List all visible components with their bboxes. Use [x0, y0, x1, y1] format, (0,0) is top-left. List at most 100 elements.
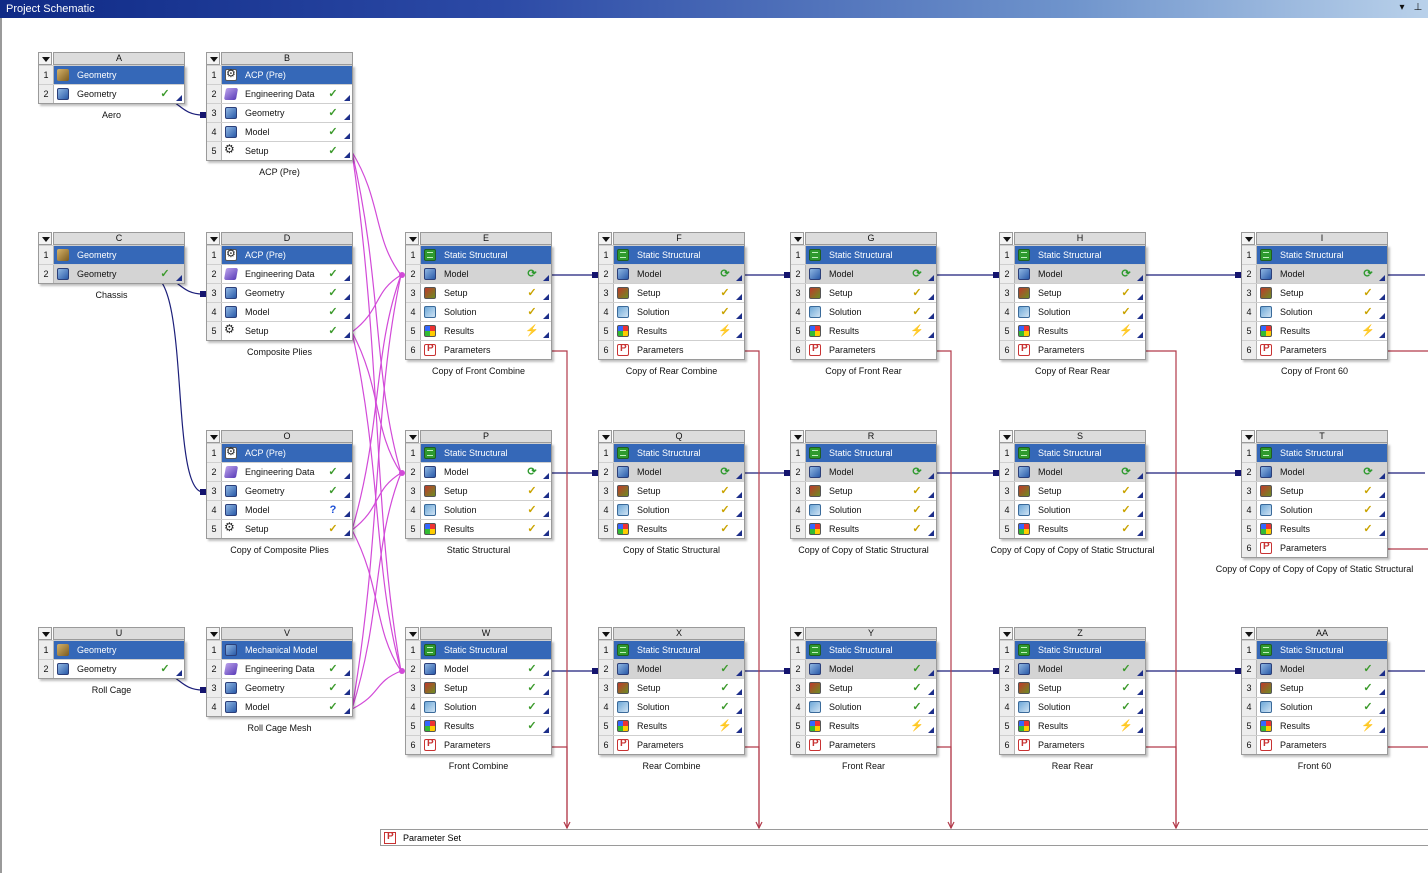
system-o[interactable]: O1 ACP (Pre) 2 Engineering Data ✓ 3 Geometry ✓ 4…	[206, 430, 353, 539]
cell-parameters[interactable]: 6 Parameters	[406, 340, 551, 359]
cell-model[interactable]: 4 Model?	[207, 500, 352, 519]
cell-solution[interactable]: 4 Solution ✓	[1242, 500, 1387, 519]
cell-model[interactable]: 4 Model ✓	[207, 697, 352, 716]
cell-connector-corner-icon[interactable]	[1137, 689, 1143, 695]
cell-results[interactable]: 5 Results ✓	[406, 716, 551, 735]
cell-setup[interactable]: 3 Setup ✓	[791, 481, 936, 500]
system-caption[interactable]: Copy of Copy of Copy of Static Structura…	[959, 545, 1186, 555]
cell-connector-corner-icon[interactable]	[736, 275, 742, 281]
system-caption[interactable]: Copy of Front 60	[1201, 366, 1428, 376]
cell-setup[interactable]: 3 Setup ✓	[406, 283, 551, 302]
cell-connector-corner-icon[interactable]	[736, 332, 742, 338]
cell-static-structural[interactable]: 1 Static Structural	[1000, 245, 1145, 264]
cell-connector-corner-icon[interactable]	[736, 294, 742, 300]
system-i[interactable]: I 1 Static Structural 2 Model ⟳ 3 Setup ✓ 4 Soluti…	[1241, 232, 1388, 360]
system-caption[interactable]: Rear Rear	[959, 761, 1186, 771]
cell-connector-corner-icon[interactable]	[928, 511, 934, 517]
cell-results[interactable]: 5 Results ⚡	[1000, 716, 1145, 735]
cell-setup[interactable]: 3 Setup ✓	[406, 481, 551, 500]
cell-model[interactable]: 4 Model ✓	[207, 302, 352, 321]
cell-connector-corner-icon[interactable]	[1137, 511, 1143, 517]
cell-static-structural[interactable]: 1 Static Structural	[1000, 640, 1145, 659]
cell-static-structural[interactable]: 1 Static Structural	[791, 640, 936, 659]
cell-model[interactable]: 2 Model ✓	[1242, 659, 1387, 678]
system-f[interactable]: F 1 Static Structural 2 Model ⟳ 3 Setup ✓ 4 Soluti…	[598, 232, 745, 360]
cell-setup[interactable]: 3 Setup ✓	[406, 678, 551, 697]
system-menu-dropdown-icon[interactable]	[38, 232, 52, 245]
cell-setup[interactable]: 3 Setup ✓	[599, 283, 744, 302]
cell-results[interactable]: 5 Results ⚡	[406, 321, 551, 340]
cell-static-structural[interactable]: 1 Static Structural	[406, 443, 551, 462]
cell-parameters[interactable]: 6 Parameters	[599, 340, 744, 359]
cell-connector-corner-icon[interactable]	[736, 708, 742, 714]
system-menu-dropdown-icon[interactable]	[1241, 627, 1255, 640]
system-y[interactable]: Y 1 Static Structural 2 Model ✓ 3 Setup ✓ 4 Soluti…	[790, 627, 937, 755]
cell-mechanical-model[interactable]: 1 Mechanical Model	[207, 640, 352, 659]
cell-model[interactable]: 4 Model ✓	[207, 122, 352, 141]
cell-parameters[interactable]: 6 Parameters	[791, 340, 936, 359]
cell-results[interactable]: 5 Results ✓	[1000, 519, 1145, 538]
system-caption[interactable]: Front Rear	[750, 761, 977, 771]
cell-static-structural[interactable]: 1 Static Structural	[406, 245, 551, 264]
cell-connector-corner-icon[interactable]	[176, 95, 182, 101]
cell-connector-corner-icon[interactable]	[1379, 689, 1385, 695]
cell-connector-corner-icon[interactable]	[543, 492, 549, 498]
cell-model[interactable]: 2 Model ⟳	[599, 462, 744, 481]
cell-parameters[interactable]: 6 Parameters	[1242, 538, 1387, 557]
cell-setup[interactable]: 5 Setup ✓	[207, 519, 352, 538]
cell-connector-corner-icon[interactable]	[176, 275, 182, 281]
cell-connector-corner-icon[interactable]	[1379, 473, 1385, 479]
cell-model[interactable]: 2 Model ✓	[406, 659, 551, 678]
cell-static-structural[interactable]: 1 Static Structural	[1242, 245, 1387, 264]
cell-connector-corner-icon[interactable]	[1379, 727, 1385, 733]
cell-connector-corner-icon[interactable]	[928, 670, 934, 676]
cell-geometry[interactable]: 2 Geometry ✓	[39, 659, 184, 678]
cell-model[interactable]: 2 Model ⟳	[1000, 462, 1145, 481]
system-w[interactable]: W 1 Static Structural 2 Model ✓ 3 Setup ✓ 4 Soluti…	[405, 627, 552, 755]
cell-results[interactable]: 5 Results ✓	[599, 519, 744, 538]
system-p[interactable]: P 1 Static Structural 2 Model ⟳ 3 Setup ✓ 4 Soluti…	[405, 430, 552, 539]
pin-icon[interactable]: ⊥	[1412, 1, 1424, 15]
cell-connector-corner-icon[interactable]	[928, 275, 934, 281]
cell-model[interactable]: 2 Model ⟳	[1242, 264, 1387, 283]
cell-static-structural[interactable]: 1 Static Structural	[599, 640, 744, 659]
cell-connector-corner-icon[interactable]	[736, 530, 742, 536]
cell-engineering-data[interactable]: 2 Engineering Data ✓	[207, 462, 352, 481]
system-menu-dropdown-icon[interactable]	[999, 627, 1013, 640]
system-v[interactable]: V 1 Mechanical Model 2 Engineering Data ✓ 3 Geo…	[206, 627, 353, 717]
system-menu-dropdown-icon[interactable]	[1241, 232, 1255, 245]
cell-setup[interactable]: 3 Setup ✓	[791, 678, 936, 697]
cell-connector-corner-icon[interactable]	[543, 708, 549, 714]
system-menu-dropdown-icon[interactable]	[790, 627, 804, 640]
cell-connector-corner-icon[interactable]	[344, 492, 350, 498]
system-menu-dropdown-icon[interactable]	[206, 232, 220, 245]
cell-connector-corner-icon[interactable]	[1379, 313, 1385, 319]
system-menu-dropdown-icon[interactable]	[999, 430, 1013, 443]
cell-connector-corner-icon[interactable]	[344, 95, 350, 101]
cell-connector-corner-icon[interactable]	[1137, 492, 1143, 498]
cell-connector-corner-icon[interactable]	[543, 670, 549, 676]
cell-connector-corner-icon[interactable]	[543, 689, 549, 695]
cell-results[interactable]: 5 Results ✓	[406, 519, 551, 538]
cell-connector-corner-icon[interactable]	[344, 689, 350, 695]
cell-setup[interactable]: 3 Setup ✓	[1242, 678, 1387, 697]
cell-connector-corner-icon[interactable]	[1137, 708, 1143, 714]
cell-solution[interactable]: 4 Solution ✓	[791, 500, 936, 519]
cell-solution[interactable]: 4 Solution ✓	[406, 302, 551, 321]
cell-connector-corner-icon[interactable]	[928, 492, 934, 498]
cell-solution[interactable]: 4 Solution ✓	[1242, 302, 1387, 321]
cell-model[interactable]: 2 Model ⟳	[1000, 264, 1145, 283]
cell-connector-corner-icon[interactable]	[344, 294, 350, 300]
cell-connector-corner-icon[interactable]	[736, 492, 742, 498]
system-caption[interactable]: Roll Cage Mesh	[166, 723, 393, 733]
cell-engineering-data[interactable]: 2 Engineering Data ✓	[207, 84, 352, 103]
system-b[interactable]: B1ACP (Pre)2Engineering Data✓3Geometry✓4…	[206, 52, 353, 161]
cell-connector-corner-icon[interactable]	[344, 313, 350, 319]
cell-setup[interactable]: 3 Setup ✓	[1000, 283, 1145, 302]
cell-results[interactable]: 5 Results ⚡	[1242, 321, 1387, 340]
cell-connector-corner-icon[interactable]	[344, 133, 350, 139]
cell-solution[interactable]: 4 Solution ✓	[599, 302, 744, 321]
cell-connector-corner-icon[interactable]	[1379, 275, 1385, 281]
cell-connector-corner-icon[interactable]	[344, 530, 350, 536]
cell-connector-corner-icon[interactable]	[928, 727, 934, 733]
